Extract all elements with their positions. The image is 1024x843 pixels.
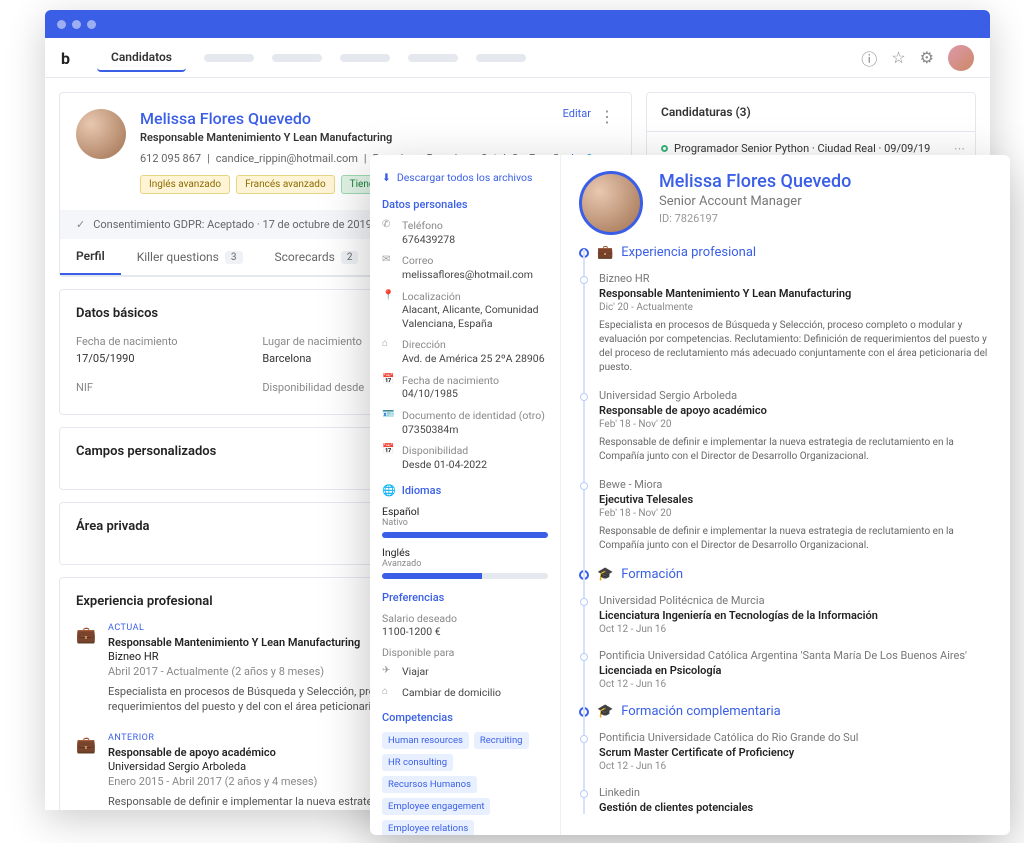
home-icon: ⌂ <box>382 686 394 699</box>
briefcase-icon: 💼 <box>597 245 613 260</box>
download-all-link[interactable]: ⬇Descargar todos los archivos <box>382 171 548 184</box>
window-control-close[interactable] <box>57 20 66 29</box>
competency-tag: Recursos Humanos <box>382 776 477 793</box>
field-label: Fecha de nacimiento <box>76 335 242 348</box>
nav-placeholder <box>408 54 458 62</box>
graduation-icon: 🎓 <box>597 704 613 719</box>
tag[interactable]: Inglés avanzado <box>140 175 230 194</box>
field-label: NIF <box>76 381 242 394</box>
cv-name: Melissa Flores Quevedo <box>659 171 851 192</box>
id-icon: 🪪 <box>382 409 394 436</box>
help-icon[interactable]: ⓘ <box>861 46 877 70</box>
competency-tag: Employee relations <box>382 820 474 835</box>
cv-exp-header: 💼Experiencia profesional <box>579 245 992 260</box>
candidate-phone: 612 095 867 <box>140 152 201 165</box>
nav-placeholder <box>204 54 254 62</box>
tab-scorecards[interactable]: Scorecards2 <box>259 239 375 275</box>
cv-overlay: ⬇Descargar todos los archivos Datos pers… <box>370 155 1010 835</box>
status-dot-icon <box>661 145 668 152</box>
field-value: 17/05/1990 <box>76 352 242 365</box>
gdpr-text: Consentimiento GDPR: Aceptado · 17 de oc… <box>93 218 372 231</box>
star-icon[interactable]: ☆ <box>891 48 905 67</box>
competencies-header: Competencias <box>382 711 548 724</box>
calendar-icon: 📅 <box>382 444 394 471</box>
tab-perfil[interactable]: Perfil <box>60 239 121 275</box>
personal-data-header: Datos personales <box>382 198 548 211</box>
competency-tag: Human resources <box>382 732 469 749</box>
nav-placeholder <box>340 54 390 62</box>
competency-tag: Recruiting <box>474 732 529 749</box>
nav-placeholder <box>476 54 526 62</box>
candidate-email: candice_rippin@hotmail.com <box>216 152 358 165</box>
graduation-icon: 🎓 <box>597 567 613 582</box>
candidate-name: Melissa Flores Quevedo <box>140 109 600 128</box>
app-logo[interactable]: b <box>61 49 79 67</box>
phone-icon: ✆ <box>382 219 394 246</box>
nav-placeholder <box>272 54 322 62</box>
edit-button[interactable]: Editar <box>563 107 591 120</box>
cv-formation-header: 🎓Formación <box>579 567 992 582</box>
lang-name: Español <box>382 505 548 518</box>
lang-name: Inglés <box>382 546 548 559</box>
more-icon[interactable]: ⋯ <box>954 142 965 155</box>
candidaturas-header: Candidaturas (3) <box>647 93 975 132</box>
candidate-avatar <box>76 109 126 159</box>
plane-icon: ✈ <box>382 665 394 678</box>
window-control-max[interactable] <box>87 20 96 29</box>
calendar-icon: 📅 <box>382 374 394 401</box>
competency-tag: HR consulting <box>382 754 453 771</box>
languages-header: 🌐Idiomas <box>382 484 548 497</box>
cv-role: Senior Account Manager <box>659 194 851 209</box>
preferences-header: Preferencias <box>382 591 548 604</box>
cv-id: ID: 7826197 <box>659 212 851 225</box>
window-titlebar <box>45 10 990 38</box>
lang-level-bar <box>382 532 548 538</box>
candidate-role: Responsable Mantenimiento Y Lean Manufac… <box>140 131 600 144</box>
competency-tag: Employee engagement <box>382 798 490 815</box>
nav-tab-candidatos[interactable]: Candidatos <box>97 44 186 72</box>
briefcase-icon: 💼 <box>76 625 96 645</box>
download-icon: ⬇ <box>382 171 391 184</box>
briefcase-icon: 💼 <box>76 735 96 755</box>
cv-avatar <box>579 171 643 235</box>
more-icon[interactable]: ⋮ <box>599 107 615 126</box>
tag[interactable]: Francés avanzado <box>236 175 335 194</box>
lang-level-bar <box>382 573 482 579</box>
check-icon: ✓ <box>76 218 85 231</box>
top-nav: b Candidatos ⓘ ☆ ⚙ <box>45 38 990 78</box>
mail-icon: ✉ <box>382 254 394 281</box>
candidatura-title: Programador Senior Python · Ciudad Real … <box>674 142 930 155</box>
tab-killer[interactable]: Killer questions3 <box>121 239 259 275</box>
window-control-min[interactable] <box>72 20 81 29</box>
pin-icon: 📍 <box>382 290 394 331</box>
home-icon: ⌂ <box>382 338 394 365</box>
cv-formation-comp-header: 🎓Formación complementaria <box>579 704 992 719</box>
globe-icon: 🌐 <box>382 484 396 497</box>
settings-icon[interactable]: ⚙ <box>920 48 934 67</box>
user-avatar[interactable] <box>948 45 974 71</box>
